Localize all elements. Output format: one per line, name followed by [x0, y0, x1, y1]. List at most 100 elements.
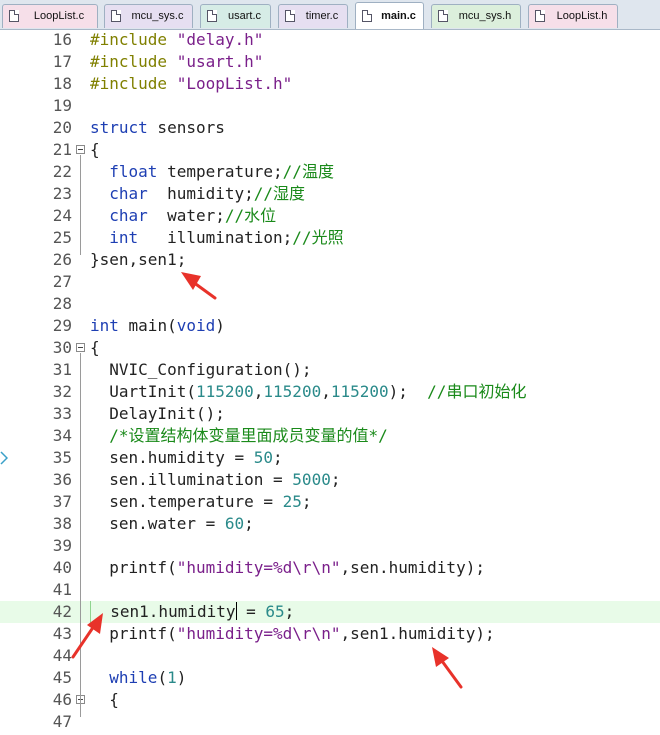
tab-label: LoopList.c: [33, 10, 85, 22]
file-icon: [438, 10, 448, 22]
code-text: printf("humidity=%d\r\n",sen.humidity);: [90, 557, 485, 579]
code-line[interactable]: 16 #include "delay.h": [0, 29, 660, 51]
code-line[interactable]: 41: [0, 579, 660, 601]
fold-collapse-icon[interactable]: [76, 145, 85, 154]
code-token: "humidity=%d\r\n": [176, 558, 341, 577]
code-token: "delay.h": [176, 30, 264, 49]
code-token: int: [90, 316, 119, 335]
code-line[interactable]: 39: [0, 535, 660, 557]
code-line[interactable]: 42 sen1.humidity = 65;: [0, 601, 660, 623]
code-token: DelayInit();: [90, 404, 225, 423]
code-token: temperature;: [157, 162, 283, 181]
code-line[interactable]: 17 #include "usart.h": [0, 51, 660, 73]
code-text: #include "LoopList.h": [90, 73, 292, 95]
line-number: 37: [52, 492, 72, 511]
code-line[interactable]: 38 sen.water = 60;: [0, 513, 660, 535]
code-token: {: [90, 338, 100, 357]
code-text: NVIC_Configuration();: [90, 359, 312, 381]
tab-main-c[interactable]: main.c: [355, 2, 424, 29]
code-token: while: [109, 668, 158, 687]
code-line[interactable]: 35 sen.humidity = 50;: [0, 447, 660, 469]
code-text: #include "delay.h": [90, 29, 263, 51]
code-line[interactable]: 37 sen.temperature = 25;: [0, 491, 660, 513]
code-text: sen.humidity = 50;: [90, 447, 283, 469]
code-line[interactable]: 21 {: [0, 139, 660, 161]
code-line[interactable]: 22 float temperature;//温度: [0, 161, 660, 183]
code-text: UartInit(115200,115200,115200); //串口初始化: [90, 381, 526, 403]
code-line[interactable]: 26}sen,sen1;: [0, 249, 660, 271]
code-line[interactable]: 19: [0, 95, 660, 117]
line-number: 28: [52, 294, 72, 313]
tab-timer-c[interactable]: timer.c: [278, 4, 348, 28]
code-token: sen1.humidity: [91, 602, 236, 621]
code-token: 115200: [263, 382, 322, 401]
code-line[interactable]: 28: [0, 293, 660, 315]
code-token: ,sen1.humidity);: [340, 624, 495, 643]
code-text: printf("humidity=%d\r\n",sen1.humidity);: [90, 623, 495, 645]
code-line[interactable]: 32 UartInit(115200,115200,115200); //串口初…: [0, 381, 660, 403]
tab-label: timer.c: [305, 10, 339, 22]
code-line[interactable]: 25 int illumination;//光照: [0, 227, 660, 249]
code-token: "LoopList.h": [176, 74, 293, 93]
code-line[interactable]: 40 printf("humidity=%d\r\n",sen.humidity…: [0, 557, 660, 579]
code-text: sen.water = 60;: [90, 513, 254, 535]
code-line[interactable]: 46 {: [0, 689, 660, 711]
code-line[interactable]: 33 DelayInit();: [0, 403, 660, 425]
code-token: #include: [90, 30, 177, 49]
code-line[interactable]: 23 char humidity;//湿度: [0, 183, 660, 205]
line-number: 24: [52, 206, 72, 225]
code-line[interactable]: 29 int main(void): [0, 315, 660, 337]
line-number: 47: [52, 712, 72, 731]
code-text: {: [90, 337, 100, 359]
tab-mcu-sys-h[interactable]: mcu_sys.h: [431, 4, 521, 28]
code-token: 115200: [330, 382, 389, 401]
line-number: 21: [52, 140, 72, 159]
code-token: 5000: [292, 470, 331, 489]
file-icon: [285, 10, 295, 22]
code-token: "humidity=%d\r\n": [176, 624, 341, 643]
fold-collapse-icon[interactable]: [76, 343, 85, 352]
code-line[interactable]: 44: [0, 645, 660, 667]
code-line[interactable]: 24 char water;//水位: [0, 205, 660, 227]
code-token: UartInit(: [90, 382, 196, 401]
code-text: while(1): [90, 667, 186, 689]
line-number: 31: [52, 360, 72, 379]
code-token: "usart.h": [176, 52, 264, 71]
tab-looplist-c[interactable]: LoopList.c: [2, 4, 98, 28]
code-token: ;: [273, 448, 283, 467]
code-token: #include: [90, 52, 177, 71]
tab-usart-c[interactable]: usart.c: [200, 4, 271, 28]
code-line[interactable]: 20 struct sensors: [0, 117, 660, 139]
code-line[interactable]: 43 printf("humidity=%d\r\n",sen1.humidit…: [0, 623, 660, 645]
tab-looplist-h[interactable]: LoopList.h: [528, 4, 618, 28]
code-line[interactable]: 31 NVIC_Configuration();: [0, 359, 660, 381]
line-number: 23: [52, 184, 72, 203]
code-line[interactable]: 34 /*设置结构体变量里面成员变量的值*/: [0, 425, 660, 447]
line-number: 36: [52, 470, 72, 489]
code-line[interactable]: 27: [0, 271, 660, 293]
code-token: float: [109, 162, 158, 181]
line-number: 33: [52, 404, 72, 423]
code-token: char: [109, 184, 148, 203]
code-text: int main(void): [90, 315, 225, 337]
tab-mcu-sys-c[interactable]: mcu_sys.c: [104, 4, 193, 28]
code-text: struct sensors: [90, 117, 225, 139]
code-token: sen.humidity =: [90, 448, 254, 467]
code-token: sen.water =: [90, 514, 225, 533]
code-token: {: [90, 140, 100, 159]
line-number: 17: [52, 52, 72, 71]
code-text: {: [90, 139, 100, 161]
line-number: 18: [52, 74, 72, 93]
line-number: 27: [52, 272, 72, 291]
code-token: NVIC_Configuration();: [90, 360, 312, 379]
code-line[interactable]: 18 #include "LoopList.h": [0, 73, 660, 95]
code-line[interactable]: 45 while(1): [0, 667, 660, 689]
code-line[interactable]: 47: [0, 711, 660, 733]
code-line[interactable]: 36 sen.illumination = 5000;: [0, 469, 660, 491]
code-text: sen.illumination = 5000;: [90, 469, 340, 491]
code-line[interactable]: 30 {: [0, 337, 660, 359]
code-token: humidity;: [147, 184, 254, 203]
